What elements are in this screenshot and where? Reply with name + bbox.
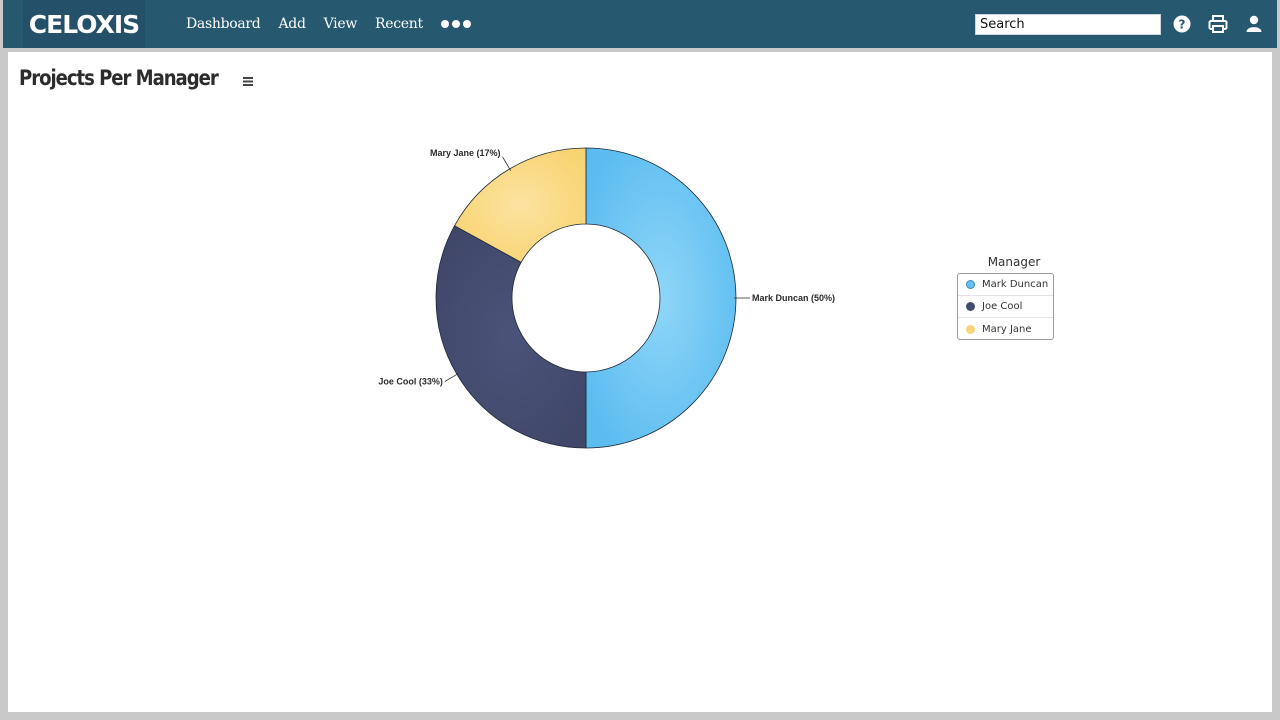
search-input[interactable] xyxy=(975,14,1161,35)
help-icon[interactable]: ? xyxy=(1171,13,1193,35)
nav-recent[interactable]: Recent xyxy=(375,16,423,32)
legend-dot xyxy=(966,302,975,311)
legend-label: Joe Cool xyxy=(982,301,1023,312)
nav-view[interactable]: View xyxy=(324,16,358,32)
legend-item-mark-duncan[interactable]: Mark Duncan xyxy=(958,274,1053,296)
svg-text:?: ? xyxy=(1179,18,1186,32)
legend-dot xyxy=(966,324,975,334)
legend-item-mary-jane[interactable]: Mary Jane xyxy=(958,318,1053,340)
legend-item-joe-cool[interactable]: Joe Cool xyxy=(958,296,1053,318)
top-navigation-bar: CELOXIS Dashboard Add View Recent ? xyxy=(3,0,1277,48)
slice-leader-line xyxy=(502,156,512,171)
legend-title: Manager xyxy=(987,255,1041,269)
nav-dashboard[interactable]: Dashboard xyxy=(186,16,261,32)
celoxis-logo[interactable]: CELOXIS xyxy=(23,0,145,48)
legend-dot xyxy=(966,280,975,289)
print-icon[interactable] xyxy=(1207,13,1229,35)
donut-slice-joe-cool[interactable] xyxy=(435,225,587,449)
slice-leader-line xyxy=(444,372,459,382)
donut-slice-mark-duncan[interactable] xyxy=(585,147,737,449)
slice-label-joe-cool: Joe Cool (33%) xyxy=(378,376,443,386)
slice-label-mark-duncan: Mark Duncan (50%) xyxy=(752,293,835,303)
nav-add[interactable]: Add xyxy=(278,16,305,32)
projects-donut-chart: Mark Duncan (50%) Joe Cool (33%) Mary Jane… xyxy=(378,147,835,449)
dashboard-panel: Projects Per Manager Mark Duncan (50%) Jo… xyxy=(8,52,1272,712)
main-nav: Dashboard Add View Recent xyxy=(186,0,471,48)
legend-label: Mark Duncan xyxy=(982,279,1049,290)
legend-label: Mary Jane xyxy=(982,323,1032,335)
more-icon[interactable] xyxy=(440,20,471,28)
user-icon[interactable] xyxy=(1243,13,1265,35)
chart-legend: Mark Duncan Joe Cool Mary Jane xyxy=(957,273,1054,340)
slice-label-mary-jane: Mary Jane (17%) xyxy=(430,148,501,158)
